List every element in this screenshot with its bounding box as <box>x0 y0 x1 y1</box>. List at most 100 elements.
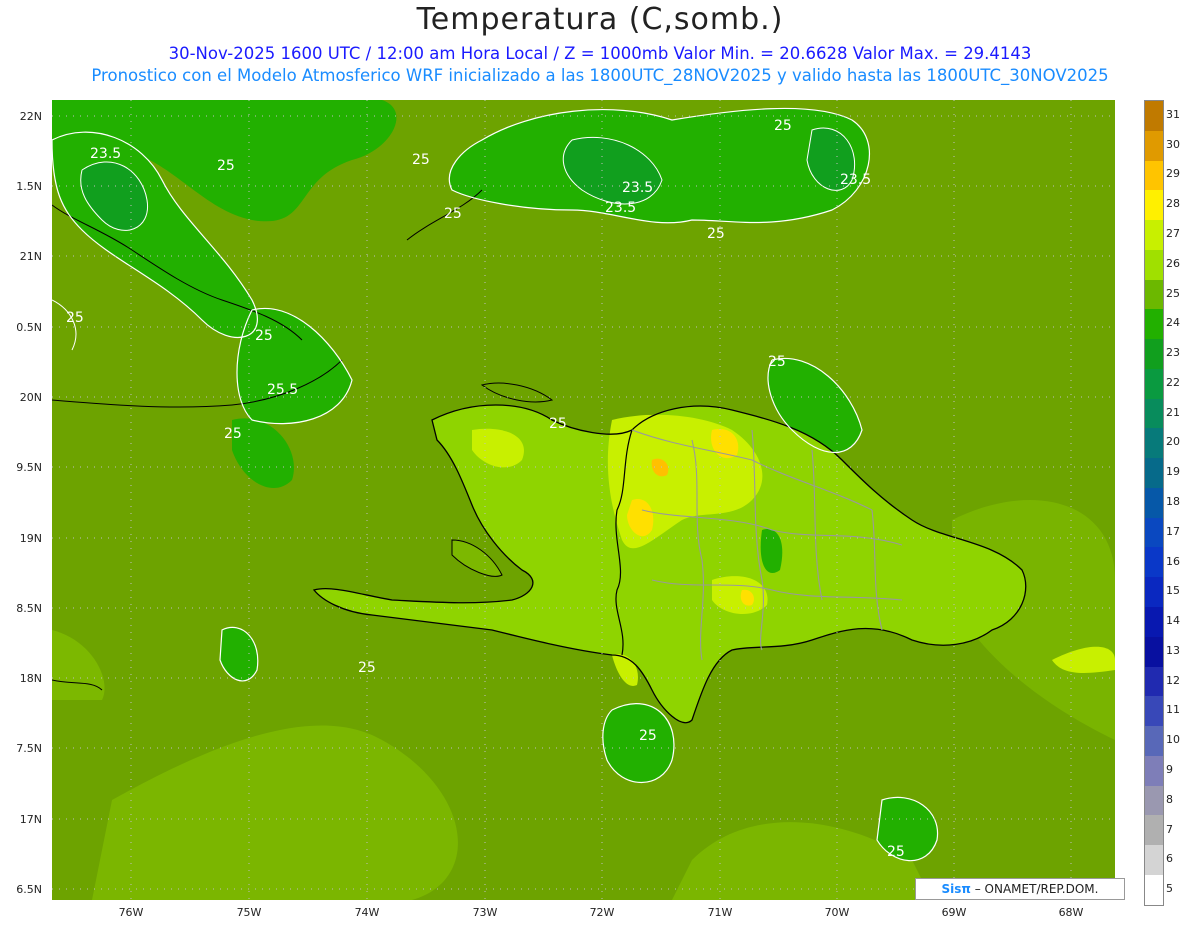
contour-label: 25 <box>412 152 430 168</box>
colorbar-label: 30 <box>1166 137 1180 151</box>
lat-label: 1.5N <box>16 180 42 193</box>
colorbar-segment <box>1145 874 1163 905</box>
contour-label: 25 <box>224 426 242 442</box>
credit-box: Sisπ – ONAMET/REP.DOM. <box>915 878 1125 900</box>
colorbar-label: 13 <box>1166 643 1180 657</box>
colorbar-label: 12 <box>1166 673 1180 687</box>
colorbar-segment <box>1145 755 1163 786</box>
colorbar-segment <box>1145 666 1163 697</box>
lat-label: 20N <box>19 391 42 404</box>
colorbar-segment <box>1145 547 1163 578</box>
contour-label: 25 <box>444 206 462 222</box>
colorbar-segment <box>1145 398 1163 429</box>
colorbar-label: 10 <box>1166 733 1180 747</box>
lon-label: 73W <box>472 906 498 919</box>
colorbar-label: 17 <box>1166 524 1180 538</box>
chart-title: Temperatura (C,somb.) <box>416 2 784 37</box>
contour-label: 25 <box>549 416 567 432</box>
colorbar-label: 7 <box>1166 822 1173 836</box>
lat-label: 9.5N <box>16 461 42 474</box>
contour-label: 25 <box>358 660 376 676</box>
contour-label: 25.5 <box>267 382 298 398</box>
colorbar-segment <box>1145 160 1163 191</box>
colorbar-label: 24 <box>1166 316 1180 330</box>
contour-label: 23.5 <box>605 200 636 216</box>
colorbar-label: 28 <box>1166 197 1180 211</box>
contour-label: 25 <box>887 844 905 860</box>
colorbar-label: 20 <box>1166 435 1180 449</box>
lon-label: 70W <box>824 906 850 919</box>
lat-label: 18N <box>19 672 42 685</box>
lat-label: 0.5N <box>16 321 42 334</box>
colorbar-segment <box>1145 368 1163 399</box>
contour-label: 23.5 <box>840 172 871 188</box>
colorbar-label: 6 <box>1166 852 1173 866</box>
lat-label: 6.5N <box>16 883 42 896</box>
colorbar <box>1144 100 1164 906</box>
colorbar-label: 9 <box>1166 763 1173 776</box>
lat-label: 21N <box>19 250 42 263</box>
colorbar-segment <box>1145 339 1163 369</box>
contour-label: 25 <box>639 728 657 744</box>
contour-label: 25 <box>768 354 786 370</box>
contour-label: 25 <box>255 328 273 344</box>
colorbar-segment <box>1145 636 1163 667</box>
colorbar-label: 26 <box>1166 256 1180 270</box>
colorbar-label: 19 <box>1166 465 1180 479</box>
colorbar-segment <box>1145 785 1163 816</box>
credit-text: – ONAMET/REP.DOM. <box>970 882 1099 896</box>
colorbar-label: 23 <box>1166 346 1180 360</box>
colorbar-label: 15 <box>1166 584 1180 598</box>
colorbar-segment <box>1145 696 1163 727</box>
colorbar-label: 14 <box>1166 614 1180 628</box>
lon-label: 75W <box>236 906 262 919</box>
colorbar-segment <box>1145 517 1163 548</box>
contour-label: 25 <box>774 118 792 134</box>
colorbar-label: 25 <box>1166 286 1180 300</box>
lat-label: 8.5N <box>16 602 42 615</box>
lat-label: 7.5N <box>16 742 42 755</box>
colorbar-label: 27 <box>1166 227 1180 240</box>
contour-label: 25 <box>66 310 84 326</box>
lon-label: 71W <box>707 906 733 919</box>
chart-subtitle-model: Pronostico con el Modelo Atmosferico WRF… <box>91 66 1109 85</box>
colorbar-label: 8 <box>1166 792 1173 806</box>
map-canvas: 23.5 25 25 25 23.5 23.5 25 23.5 25 25 25… <box>52 100 1115 900</box>
colorbar-segment <box>1145 220 1163 250</box>
colorbar-segment <box>1145 279 1163 310</box>
colorbar-label: 11 <box>1166 703 1180 717</box>
colorbar-label: 22 <box>1166 375 1180 389</box>
colorbar-label: 29 <box>1166 167 1180 181</box>
temperature-map[interactable]: 23.5 25 25 25 23.5 23.5 25 23.5 25 25 25… <box>52 100 1115 900</box>
colorbar-label: 18 <box>1166 495 1180 508</box>
lon-label: 76W <box>118 906 144 919</box>
contour-label: 23.5 <box>622 180 653 196</box>
lon-label: 74W <box>354 906 380 919</box>
colorbar-segment <box>1145 815 1163 846</box>
colorbar-segment <box>1145 101 1163 131</box>
colorbar-segment <box>1145 249 1163 280</box>
lon-label: 72W <box>589 906 615 919</box>
colorbar-label: 31 <box>1166 107 1180 121</box>
colorbar-segment <box>1145 487 1163 518</box>
chart-subtitle-time: 30-Nov-2025 1600 UTC / 12:00 am Hora Loc… <box>168 44 1032 63</box>
contour-label: 23.5 <box>90 146 121 162</box>
colorbar-label: 5 <box>1166 882 1173 896</box>
brand-logo: Sisπ <box>941 882 971 896</box>
colorbar-label: 21 <box>1166 405 1180 419</box>
colorbar-segment <box>1145 309 1163 340</box>
colorbar-segment <box>1145 130 1163 161</box>
lon-label: 69W <box>941 906 967 919</box>
lon-label: 68W <box>1058 906 1084 919</box>
colorbar-label: 16 <box>1166 554 1180 568</box>
colorbar-segment <box>1145 458 1163 488</box>
contour-label: 25 <box>217 158 235 174</box>
colorbar-segment <box>1145 726 1163 756</box>
colorbar-segment <box>1145 845 1163 875</box>
colorbar-segment <box>1145 577 1163 608</box>
colorbar-segment <box>1145 607 1163 637</box>
contour-label: 25 <box>707 226 725 242</box>
colorbar-segment <box>1145 190 1163 221</box>
lat-label: 17N <box>19 813 42 826</box>
colorbar-segment <box>1145 428 1163 459</box>
